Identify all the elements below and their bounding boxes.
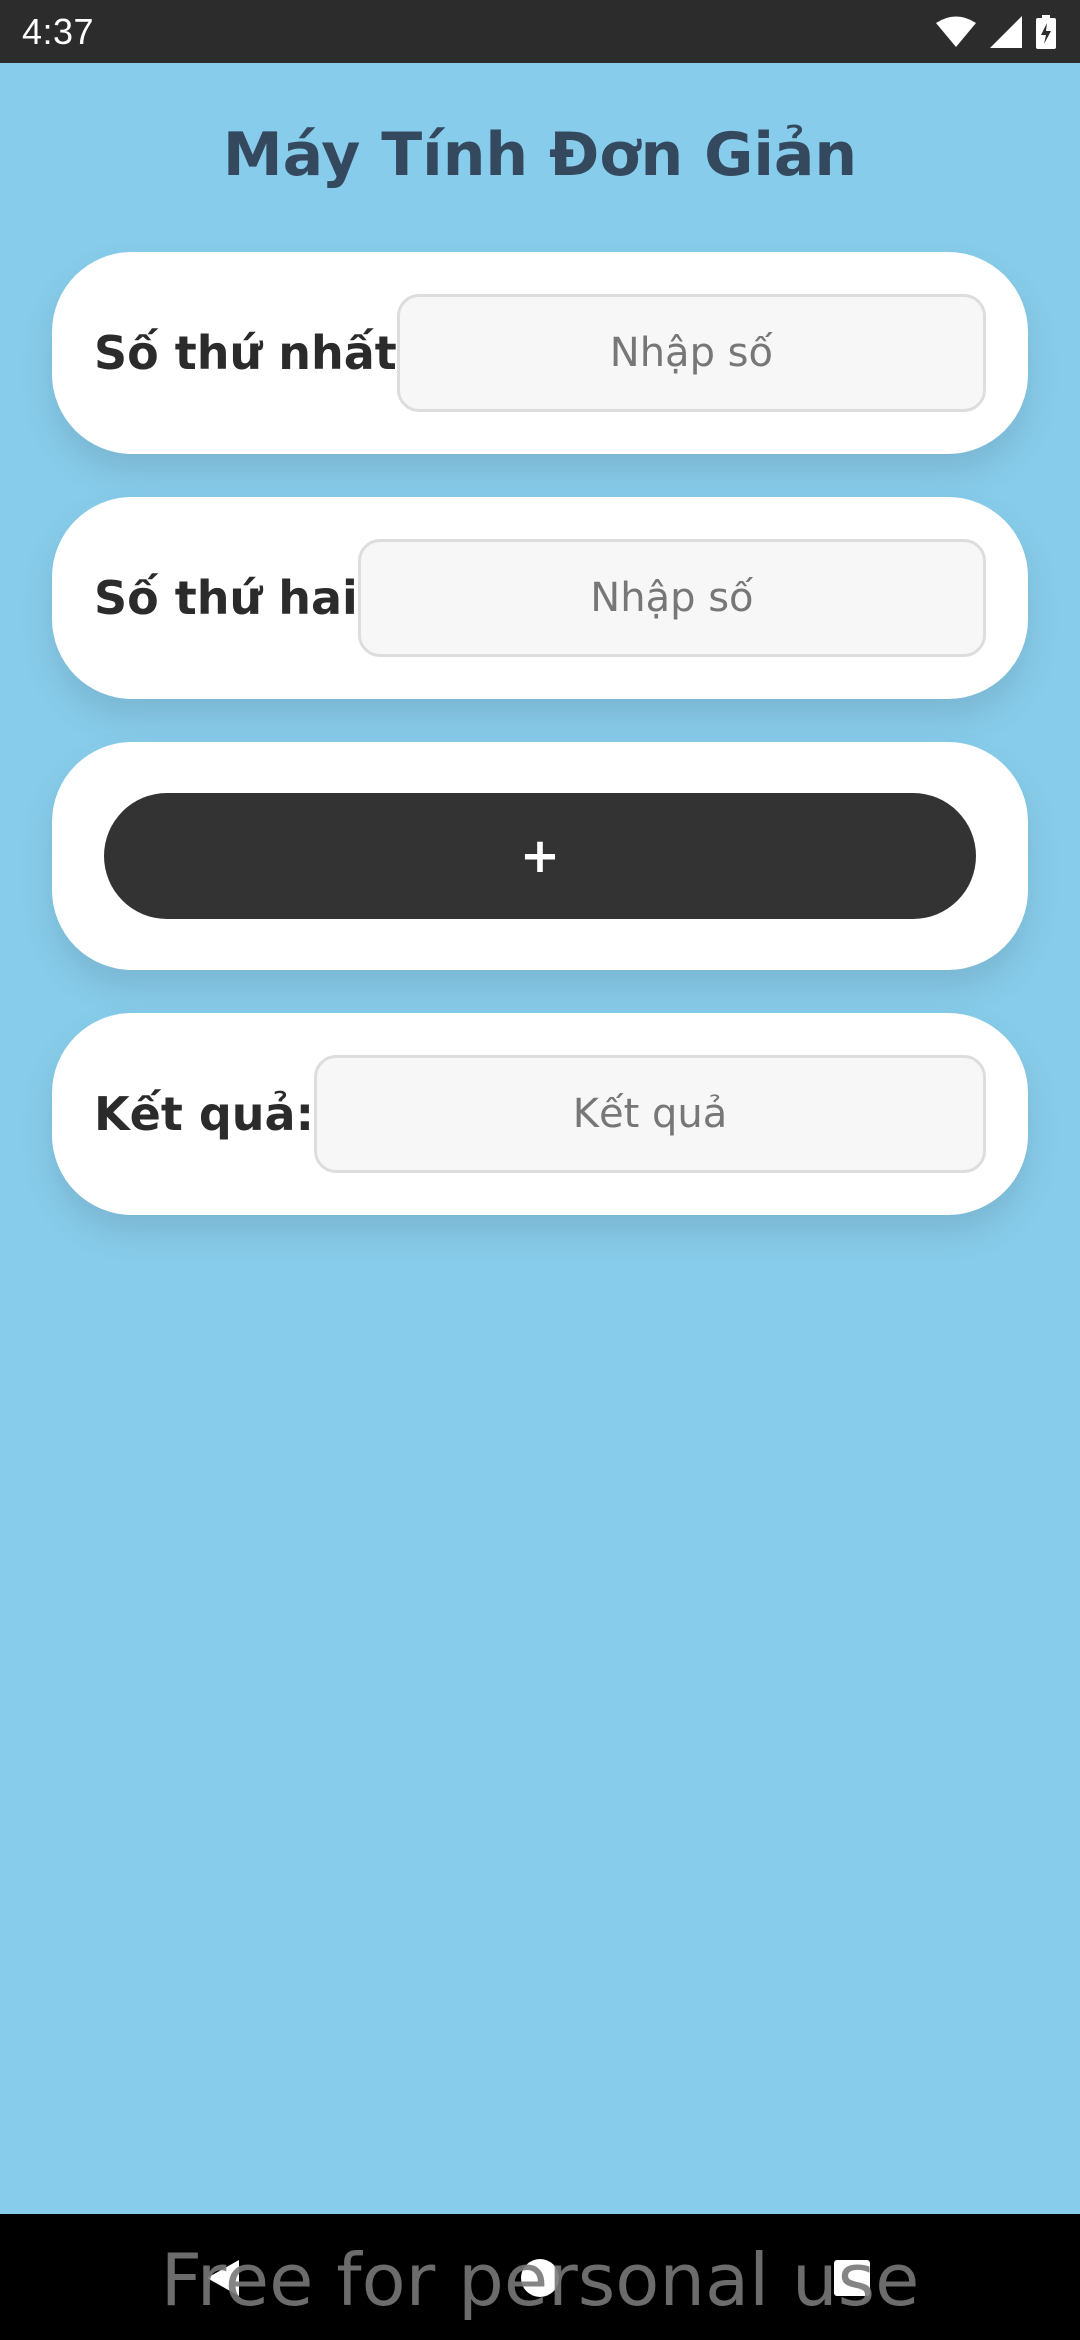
status-icons [936, 14, 1056, 49]
status-bar: 4:37 [0, 0, 1080, 63]
status-time: 4:37 [22, 10, 95, 52]
result-label: Kết quả: [94, 1087, 314, 1141]
first-number-input[interactable] [396, 294, 986, 412]
second-number-card: Số thứ hai [52, 497, 1028, 699]
second-number-input[interactable] [357, 539, 986, 657]
first-number-card: Số thứ nhất [52, 252, 1028, 454]
battery-charging-icon [1036, 14, 1056, 49]
first-number-label: Số thứ nhất [94, 326, 397, 380]
operation-card: + [52, 742, 1028, 970]
page-title: Máy Tính Đơn Giản [222, 120, 858, 190]
signal-icon [990, 15, 1022, 48]
back-icon[interactable] [203, 2258, 243, 2303]
add-button[interactable]: + [104, 793, 976, 919]
recents-icon[interactable] [832, 2258, 872, 2303]
second-number-label: Số thứ hai [94, 571, 358, 625]
home-icon[interactable] [520, 2258, 560, 2303]
result-field[interactable] [313, 1055, 986, 1173]
result-card: Kết quả: [52, 1013, 1028, 1215]
wifi-icon [936, 16, 976, 48]
navigation-bar [0, 2214, 1080, 2340]
